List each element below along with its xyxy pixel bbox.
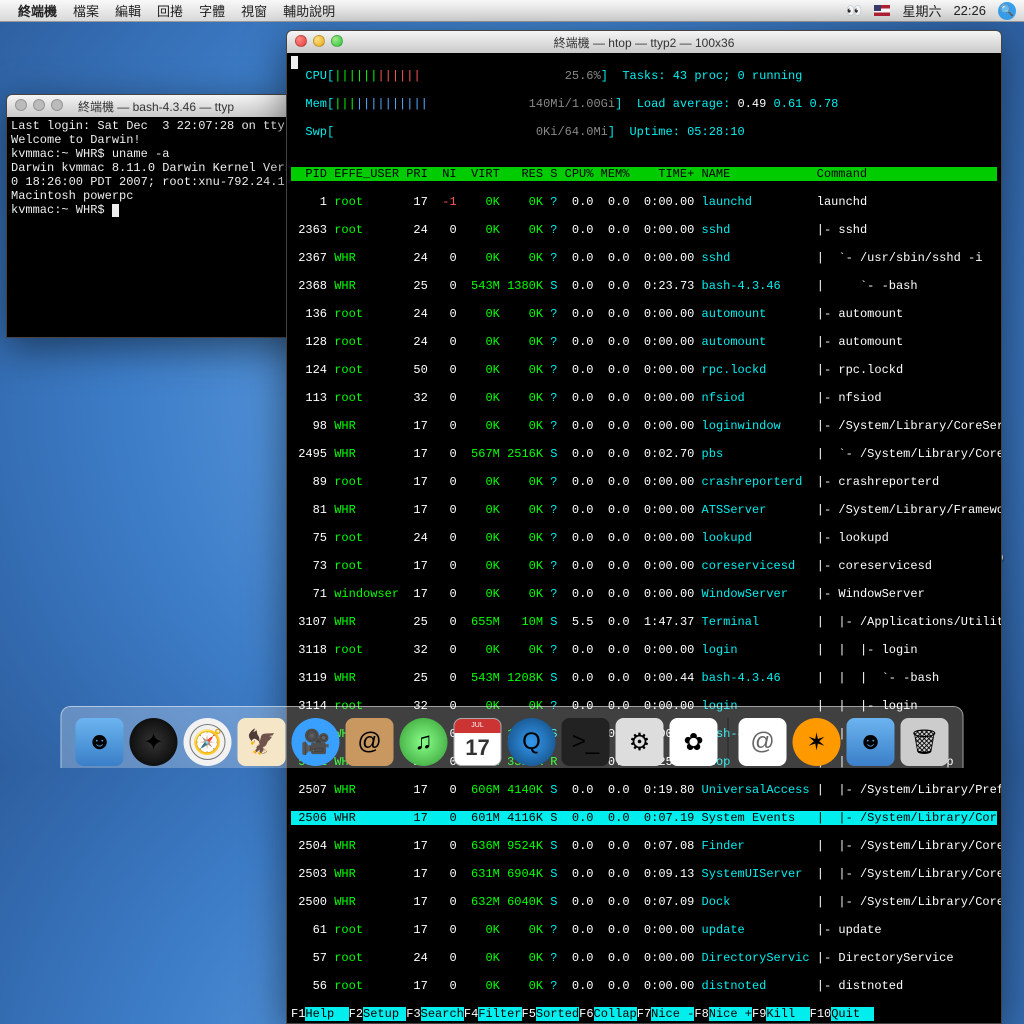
- minimize-button[interactable]: [33, 99, 45, 111]
- process-row[interactable]: 2367 WHR 24 0 0K 0K ? 0.0 0.0 0:00.00 ss…: [291, 251, 997, 265]
- process-row[interactable]: 1 root 17 -1 0K 0K ? 0.0 0.0 0:00.00 lau…: [291, 195, 997, 209]
- process-row[interactable]: 2503 WHR 17 0 631M 6904K S 0.0 0.0 0:09.…: [291, 867, 997, 881]
- process-row[interactable]: 2500 WHR 17 0 632M 6040K S 0.0 0.0 0:07.…: [291, 895, 997, 909]
- process-row[interactable]: 98 WHR 17 0 0K 0K ? 0.0 0.0 0:00.00 logi…: [291, 419, 997, 433]
- bash-titlebar[interactable]: 終端機 — bash-4.3.46 — ttyp: [7, 95, 305, 117]
- menu-help[interactable]: 輔助說明: [283, 1, 335, 20]
- process-row[interactable]: 2368 WHR 25 0 543M 1380K S 0.0 0.0 0:23.…: [291, 279, 997, 293]
- process-row[interactable]: 113 root 32 0 0K 0K ? 0.0 0.0 0:00.00 nf…: [291, 391, 997, 405]
- process-row[interactable]: 73 root 17 0 0K 0K ? 0.0 0.0 0:00.00 cor…: [291, 559, 997, 573]
- zoom-button[interactable]: [331, 35, 343, 47]
- process-row[interactable]: 71 windowser 17 0 0K 0K ? 0.0 0.0 0:00.0…: [291, 587, 997, 601]
- bash-window-title: 終端機 — bash-4.3.46 — ttyp: [78, 98, 234, 115]
- dock-itunes-icon[interactable]: ♫: [400, 718, 448, 766]
- htop-window-title: 終端機 — htop — ttyp2 — 100x36: [554, 34, 735, 51]
- dock-finder-min-icon[interactable]: ☻: [847, 718, 895, 766]
- menu-font[interactable]: 字體: [199, 1, 225, 20]
- dock-finder-icon[interactable]: ☻: [76, 718, 124, 766]
- menu-window[interactable]: 視窗: [241, 1, 267, 20]
- bash-window[interactable]: 終端機 — bash-4.3.46 — ttyp Last login: Sat…: [6, 94, 306, 338]
- process-row[interactable]: 2506 WHR 17 0 601M 4116K S 0.0 0.0 0:07.…: [291, 811, 997, 825]
- process-row[interactable]: 3119 WHR 25 0 543M 1208K S 0.0 0.0 0:00.…: [291, 671, 997, 685]
- process-row[interactable]: 3118 root 32 0 0K 0K ? 0.0 0.0 0:00.00 l…: [291, 643, 997, 657]
- day-label: 星期六: [902, 1, 941, 20]
- process-row[interactable]: 128 root 24 0 0K 0K ? 0.0 0.0 0:00.00 au…: [291, 335, 997, 349]
- dock-address-book-icon[interactable]: @: [346, 718, 394, 766]
- process-row[interactable]: 81 WHR 17 0 0K 0K ? 0.0 0.0 0:00.00 ATSS…: [291, 503, 997, 517]
- close-button[interactable]: [15, 99, 27, 111]
- dock-spring-icon[interactable]: ✿: [670, 718, 718, 766]
- dock-system-preferences-icon[interactable]: ⚙: [616, 718, 664, 766]
- process-row[interactable]: 56 root 17 0 0K 0K ? 0.0 0.0 0:00.00 dis…: [291, 979, 997, 993]
- htop-window[interactable]: 終端機 — htop — ttyp2 — 100x36 CPU[||||||||…: [286, 30, 1002, 1024]
- dock-separator: [728, 718, 729, 766]
- process-row[interactable]: 2495 WHR 17 0 567M 2516K S 0.0 0.0 0:02.…: [291, 447, 997, 461]
- clock-time: 22:26: [953, 3, 986, 18]
- app-menu[interactable]: 終端機: [18, 1, 57, 20]
- process-row[interactable]: 89 root 17 0 0K 0K ? 0.0 0.0 0:00.00 cra…: [291, 475, 997, 489]
- process-row[interactable]: 2507 WHR 17 0 606M 4140K S 0.0 0.0 0:19.…: [291, 783, 997, 797]
- htop-terminal[interactable]: CPU[|||||||||||| 25.6%] Tasks: 43 proc; …: [287, 53, 1001, 1023]
- dock-site-icon[interactable]: ✶: [793, 718, 841, 766]
- us-flag-icon[interactable]: [874, 5, 890, 16]
- process-row[interactable]: 3107 WHR 25 0 655M 10M S 5.5 0.0 1:47.37…: [291, 615, 997, 629]
- dock-mail-icon[interactable]: 🦅: [238, 718, 286, 766]
- spotlight-icon[interactable]: 🔍: [998, 2, 1016, 20]
- dock-quicktime-icon[interactable]: Q: [508, 718, 556, 766]
- dock-trash-icon[interactable]: 🗑: [901, 718, 949, 766]
- dock-mail-link-icon[interactable]: @: [739, 718, 787, 766]
- process-row[interactable]: 57 root 24 0 0K 0K ? 0.0 0.0 0:00.00 Dir…: [291, 951, 997, 965]
- process-row[interactable]: 2363 root 24 0 0K 0K ? 0.0 0.0 0:00.00 s…: [291, 223, 997, 237]
- process-row[interactable]: 2504 WHR 17 0 636M 9524K S 0.0 0.0 0:07.…: [291, 839, 997, 853]
- process-row[interactable]: 75 root 24 0 0K 0K ? 0.0 0.0 0:00.00 loo…: [291, 531, 997, 545]
- process-row[interactable]: 61 root 17 0 0K 0K ? 0.0 0.0 0:00.00 upd…: [291, 923, 997, 937]
- process-row[interactable]: 124 root 50 0 0K 0K ? 0.0 0.0 0:00.00 rp…: [291, 363, 997, 377]
- menu-file[interactable]: 檔案: [73, 1, 99, 20]
- process-row[interactable]: 136 root 24 0 0K 0K ? 0.0 0.0 0:00.00 au…: [291, 307, 997, 321]
- menu-scrollback[interactable]: 回捲: [157, 1, 183, 20]
- htop-titlebar[interactable]: 終端機 — htop — ttyp2 — 100x36: [287, 31, 1001, 53]
- dock-ical-icon[interactable]: JUL17: [454, 718, 502, 766]
- bash-terminal[interactable]: Last login: Sat Dec 3 22:07:28 on ttyWel…: [7, 117, 305, 337]
- binoculars-icon[interactable]: 👀: [846, 3, 862, 19]
- dock-ichat-icon[interactable]: 🎥: [292, 718, 340, 766]
- dock-safari-icon[interactable]: 🧭: [184, 718, 232, 766]
- dock-terminal-icon[interactable]: >_: [562, 718, 610, 766]
- dock-dashboard-icon[interactable]: ✦: [130, 718, 178, 766]
- minimize-button[interactable]: [313, 35, 325, 47]
- menu-edit[interactable]: 編輯: [115, 1, 141, 20]
- menubar: 終端機 檔案 編輯 回捲 字體 視窗 輔助說明 👀 星期六 22:26 🔍: [0, 0, 1024, 22]
- dock: ☻✦🧭🦅🎥@♫JUL17Q>_⚙✿@✶☻🗑: [61, 706, 964, 768]
- close-button[interactable]: [295, 35, 307, 47]
- zoom-button[interactable]: [51, 99, 63, 111]
